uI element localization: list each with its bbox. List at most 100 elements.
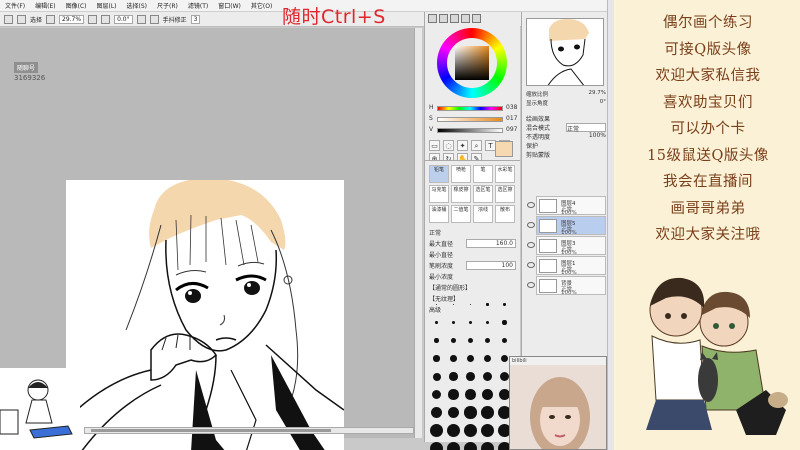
brush-scatter[interactable]: 散布 xyxy=(495,205,515,223)
rotation-field[interactable]: 0.0° xyxy=(114,14,133,24)
brush-size-preset[interactable] xyxy=(463,315,478,330)
opacity-value[interactable]: 100% xyxy=(589,132,606,141)
brush-size-preset[interactable] xyxy=(446,297,461,312)
brush-size-preset[interactable] xyxy=(463,405,478,420)
brush-min-density-row[interactable]: 最小浓度 xyxy=(425,271,520,282)
zoom-out-icon[interactable] xyxy=(101,14,111,24)
brush-select-pen[interactable]: 选区笔 xyxy=(473,185,493,203)
brush-min-size-row[interactable]: 最小直径 xyxy=(425,249,520,260)
brush-size-preset[interactable] xyxy=(446,441,461,450)
brush-size-preset[interactable] xyxy=(429,423,444,438)
eye-icon[interactable] xyxy=(527,242,535,248)
layer-item[interactable]: 图层1 正常 100% xyxy=(527,256,606,276)
brush-size-preset[interactable] xyxy=(463,369,478,384)
brush-size-preset[interactable] xyxy=(446,351,461,366)
drawing-canvas[interactable] xyxy=(66,180,344,450)
menu-other[interactable]: 其它(O) xyxy=(246,1,277,10)
brush-size-preset[interactable] xyxy=(446,387,461,402)
saturation-value-square[interactable] xyxy=(455,46,489,80)
brush-size-preset[interactable] xyxy=(429,405,444,420)
layer-effect-label[interactable]: 绘画效果 xyxy=(526,114,606,123)
dropper-icon[interactable]: ⌕ xyxy=(471,140,482,151)
brush-size-preset[interactable] xyxy=(463,297,478,312)
brush-shape-select[interactable]: 【通常的圆形】 xyxy=(425,282,520,293)
brush-size-value[interactable]: 160.0 xyxy=(466,239,516,248)
brush-size-preset[interactable] xyxy=(429,297,444,312)
hue-slider[interactable]: H 038 xyxy=(429,104,519,113)
layer-item[interactable]: 图层3 正常 100% xyxy=(527,236,606,256)
menu-select[interactable]: 选择(S) xyxy=(122,1,153,10)
brush-size-preset[interactable] xyxy=(497,297,512,312)
brush-size-preset[interactable] xyxy=(446,369,461,384)
menu-layer[interactable]: 图层(L) xyxy=(92,1,122,10)
deselect-icon[interactable] xyxy=(17,14,26,24)
saturation-bar[interactable] xyxy=(437,117,503,122)
selection-icon[interactable] xyxy=(4,14,13,24)
brush-size-preset[interactable] xyxy=(463,423,478,438)
brush-eraser[interactable]: 橡皮擦 xyxy=(451,185,471,203)
brush-size-preset[interactable] xyxy=(480,387,495,402)
rgb-slider-icon[interactable] xyxy=(439,14,448,23)
brush-size-preset[interactable] xyxy=(429,333,444,348)
zoom-icon[interactable] xyxy=(46,14,56,24)
layer-item[interactable]: 背景 正常 100% xyxy=(527,276,606,296)
brush-pen[interactable]: 笔 xyxy=(473,165,493,183)
vertical-scrollbar[interactable] xyxy=(414,28,422,438)
flip-icon[interactable] xyxy=(149,14,159,24)
value-slider[interactable]: V 097 xyxy=(429,126,519,135)
brush-thick[interactable]: 浓线 xyxy=(473,205,493,223)
menu-edit[interactable]: 编辑(E) xyxy=(30,1,60,10)
stabilizer-field[interactable]: 3 xyxy=(190,14,201,24)
rotate-icon[interactable] xyxy=(136,14,146,24)
brush-size-preset[interactable] xyxy=(446,423,461,438)
menu-filter[interactable]: 滤镜(T) xyxy=(183,1,213,10)
brush-size-preset[interactable] xyxy=(429,441,444,450)
brush-size-preset[interactable] xyxy=(480,297,495,312)
brush-size-preset[interactable] xyxy=(446,405,461,420)
brush-size-preset[interactable] xyxy=(480,315,495,330)
eye-icon[interactable] xyxy=(527,262,535,268)
zoom-field[interactable]: 29.7% xyxy=(59,14,85,24)
layer-item[interactable]: 图层4 正常 100% xyxy=(527,196,606,216)
hue-bar[interactable] xyxy=(437,106,503,111)
eye-icon[interactable] xyxy=(527,282,535,288)
brush-size-preset[interactable] xyxy=(429,369,444,384)
brush-size-row[interactable]: 最大直径 160.0 xyxy=(425,238,520,249)
brush-size-preset[interactable] xyxy=(480,333,495,348)
eye-icon[interactable] xyxy=(527,222,535,228)
brush-size-preset[interactable] xyxy=(480,405,495,420)
brush-size-preset[interactable] xyxy=(497,333,512,348)
mixer-icon[interactable] xyxy=(472,14,481,23)
brush-density-value[interactable]: 100 xyxy=(466,261,516,270)
brush-size-preset[interactable] xyxy=(480,441,495,450)
brush-mode-row[interactable]: 正常 xyxy=(425,227,520,238)
brush-binary[interactable]: 二值笔 xyxy=(451,205,471,223)
brush-size-preset[interactable] xyxy=(429,351,444,366)
nav-angle-value[interactable]: 0° xyxy=(600,99,606,108)
blend-select[interactable]: 正常 xyxy=(566,123,606,133)
brush-density-row[interactable]: 笔刷浓度 100 xyxy=(425,260,520,271)
menu-window[interactable]: 窗口(W) xyxy=(213,1,246,10)
brush-size-preset[interactable] xyxy=(497,315,512,330)
eye-icon[interactable] xyxy=(527,202,535,208)
brush-airbrush[interactable]: 喷枪 xyxy=(451,165,471,183)
brush-pencil[interactable]: 铅笔 xyxy=(429,165,449,183)
layer-item[interactable]: 图层5 正常 100% xyxy=(527,216,606,236)
saturation-slider[interactable]: S 017 xyxy=(429,115,519,124)
brush-size-preset[interactable] xyxy=(463,441,478,450)
brush-size-preset[interactable] xyxy=(429,387,444,402)
brush-select-eraser[interactable]: 选区擦 xyxy=(495,185,515,203)
select-tool-icon[interactable]: ▭ xyxy=(429,140,440,151)
lasso-tool-icon[interactable]: ◌ xyxy=(443,140,454,151)
brush-size-preset[interactable] xyxy=(480,423,495,438)
horizontal-scroll-thumb[interactable] xyxy=(91,429,331,432)
brush-size-preset[interactable] xyxy=(429,315,444,330)
zoom-in-icon[interactable] xyxy=(88,14,98,24)
hsv-slider-icon[interactable] xyxy=(450,14,459,23)
brush-size-preset[interactable] xyxy=(446,333,461,348)
menu-ruler[interactable]: 尺子(R) xyxy=(152,1,183,10)
brush-watercolor[interactable]: 水彩笔 xyxy=(495,165,515,183)
brush-marker[interactable]: 马克笔 xyxy=(429,185,449,203)
brush-bucket[interactable]: 油漆桶 xyxy=(429,205,449,223)
brush-size-preset[interactable] xyxy=(446,315,461,330)
